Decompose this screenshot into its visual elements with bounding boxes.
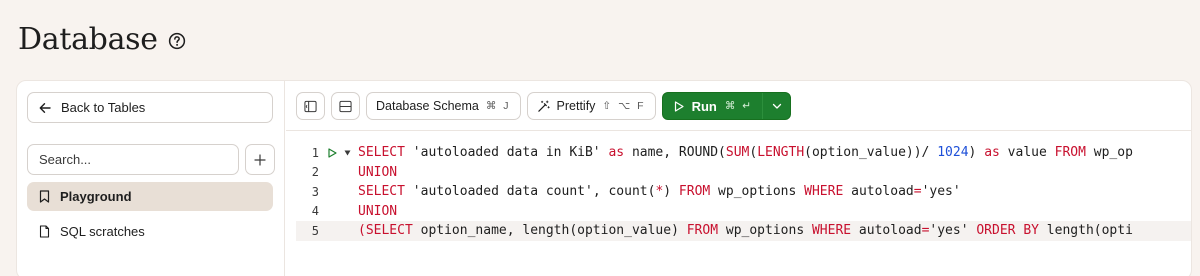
code-text: UNION — [358, 164, 398, 180]
line-number: 4 — [311, 204, 319, 219]
arrow-left-icon — [39, 102, 51, 113]
run-options-dropdown[interactable] — [762, 93, 790, 119]
play-icon — [674, 100, 684, 112]
back-to-tables-label: Back to Tables — [61, 100, 146, 115]
search-row — [27, 144, 275, 175]
line-number: 3 — [311, 184, 319, 199]
toggle-sidebar-button[interactable] — [296, 92, 325, 120]
code-text: SELECT 'autoloaded data count', count(*)… — [358, 184, 961, 200]
magic-wand-icon — [537, 100, 550, 112]
split-panel-icon — [339, 100, 352, 112]
code-line: 2 UNION — [286, 163, 1191, 183]
sidebar-item-playground[interactable]: Playground — [27, 182, 273, 211]
code-text: SELECT 'autoloaded data in KiB' as name,… — [358, 145, 1133, 161]
add-button[interactable] — [245, 144, 275, 175]
database-schema-shortcut: ⌘ J — [485, 100, 511, 112]
question-circle-icon[interactable] — [168, 32, 186, 50]
editor-toolbar: Database Schema ⌘ J Prettify ⇧ ⌥ F Run ⌘… — [296, 92, 792, 120]
code-line: 4 UNION — [286, 202, 1191, 222]
database-schema-button[interactable]: Database Schema ⌘ J — [366, 92, 521, 120]
prettify-shortcut: ⇧ ⌥ F — [602, 100, 646, 112]
main-panel: Back to Tables Playground SQL scratches — [16, 80, 1192, 276]
sidebar-item-sql-scratches[interactable]: SQL scratches — [27, 217, 273, 246]
page-header: Database — [18, 22, 186, 57]
toggle-results-button[interactable] — [331, 92, 360, 120]
prettify-button[interactable]: Prettify ⇧ ⌥ F — [526, 92, 656, 120]
toolbar-divider — [286, 130, 1191, 131]
code-line: 1 SELECT 'autoloaded data in KiB' as nam… — [286, 143, 1191, 163]
chevron-down-icon — [772, 103, 781, 109]
run-statement-icon[interactable] — [328, 148, 337, 158]
database-schema-label: Database Schema — [376, 99, 479, 113]
line-number: 2 — [311, 165, 319, 180]
search-input[interactable] — [27, 144, 239, 175]
back-to-tables-button[interactable]: Back to Tables — [27, 92, 273, 123]
bookmark-icon — [39, 190, 50, 203]
run-shortcut: ⌘ ↵ — [724, 100, 754, 112]
sidebar-item-label: Playground — [60, 189, 132, 204]
run-button[interactable]: Run ⌘ ↵ — [663, 93, 763, 119]
code-line: 3 SELECT 'autoloaded data count', count(… — [286, 182, 1191, 202]
sidebar-item-label: SQL scratches — [60, 224, 145, 239]
sidebar-panel-icon — [304, 100, 317, 112]
fold-caret-icon[interactable] — [344, 150, 351, 156]
page-title: Database — [18, 22, 158, 57]
sidebar: Back to Tables Playground SQL scratches — [17, 81, 285, 276]
code-line-active: 5 (SELECT option_name, length(option_val… — [296, 221, 1191, 241]
code-text: UNION — [358, 203, 398, 219]
code-text: (SELECT option_name, length(option_value… — [358, 223, 1133, 239]
plus-icon — [254, 153, 266, 166]
sql-editor[interactable]: 1 SELECT 'autoloaded data in KiB' as nam… — [286, 141, 1191, 276]
run-button-group: Run ⌘ ↵ — [661, 92, 792, 120]
line-number: 1 — [311, 145, 319, 160]
file-icon — [39, 225, 50, 238]
prettify-label: Prettify — [556, 99, 596, 113]
line-number: 5 — [311, 223, 319, 238]
run-label: Run — [691, 98, 717, 114]
